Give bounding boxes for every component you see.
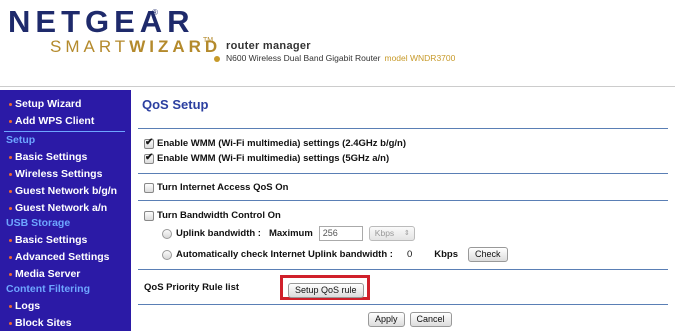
sidebar-item-add-wps-client[interactable]: Add WPS Client	[0, 113, 131, 130]
bullet-icon	[9, 239, 12, 242]
wmm-5ghz-label: Enable WMM (Wi-Fi multimedia) settings (…	[157, 153, 390, 164]
uplink-row: Uplink bandwidth : Maximum 256 Kbps ⇕	[162, 226, 415, 241]
header-divider	[0, 84, 675, 87]
registered-mark: ®	[152, 8, 158, 17]
router-model: model WNDR3700	[384, 53, 456, 63]
router-description: N600 Wireless Dual Band Gigabit Router mo…	[226, 53, 455, 63]
sidebar-item-label: Wireless Settings	[15, 168, 103, 180]
sidebar-heading-content-filtering: Content Filtering	[6, 283, 90, 295]
form-actions: Apply Cancel	[368, 312, 452, 327]
sidebar-item-label: Advanced Settings	[15, 251, 110, 263]
bandwidth-control-row: Turn Bandwidth Control On	[144, 210, 281, 221]
bandwidth-control-checkbox[interactable]	[144, 210, 154, 221]
section-divider	[138, 128, 668, 129]
sidebar-item-logs[interactable]: Logs	[0, 298, 131, 315]
section-divider	[138, 304, 668, 305]
wmm-24ghz-row: Enable WMM (Wi-Fi multimedia) settings (…	[144, 137, 407, 149]
sidebar-item-label: Block Sites	[15, 317, 72, 329]
smartwizard-logo: SMARTWIZARD	[50, 37, 221, 57]
auto-check-unit: Kbps	[434, 249, 458, 260]
sidebar-item-guest-network-bgn[interactable]: Guest Network b/g/n	[0, 183, 131, 200]
uplink-bandwidth-input[interactable]: 256	[318, 226, 363, 241]
uplink-max-label: Maximum	[268, 228, 313, 239]
sidebar-item-usb-basic-settings[interactable]: Basic Settings	[0, 232, 131, 249]
apply-button[interactable]: Apply	[368, 312, 405, 327]
bullet-icon	[9, 322, 12, 325]
router-manager-title: router manager	[226, 40, 311, 52]
auto-check-label: Automatically check Internet Uplink band…	[176, 249, 393, 260]
setup-qos-rule-button[interactable]: Setup QoS rule	[288, 283, 364, 298]
bullet-icon	[9, 190, 12, 193]
wmm-5ghz-checkbox[interactable]	[144, 152, 154, 164]
priority-list-row: QoS Priority Rule list	[144, 282, 239, 293]
bullet-icon	[9, 156, 12, 159]
bullet-dot-icon	[214, 56, 220, 62]
check-button[interactable]: Check	[468, 247, 508, 262]
sidebar-item-label: Guest Network b/g/n	[15, 185, 118, 197]
setup-qos-rule-wrapper: Setup QoS rule	[288, 280, 364, 298]
page-title: QoS Setup	[142, 97, 209, 112]
sidebar-item-label: Basic Settings	[15, 151, 88, 163]
auto-check-value: 0	[406, 249, 413, 260]
auto-check-row: Automatically check Internet Uplink band…	[162, 247, 508, 262]
section-divider	[138, 269, 668, 270]
section-divider	[138, 173, 668, 174]
sidebar-item-usb-advanced-settings[interactable]: Advanced Settings	[0, 249, 131, 266]
priority-list-label: QoS Priority Rule list	[144, 282, 240, 293]
sidebar-item-wireless-settings[interactable]: Wireless Settings	[0, 166, 131, 183]
trademark-mark: TM	[203, 37, 214, 44]
bullet-icon	[9, 305, 12, 308]
main-content: QoS Setup Enable WMM (Wi-Fi multimedia) …	[134, 90, 675, 331]
bullet-icon	[9, 256, 12, 259]
sidebar-item-label: Basic Settings	[15, 234, 88, 246]
uplink-label: Uplink bandwidth :	[176, 228, 261, 239]
sidebar-item-basic-settings[interactable]: Basic Settings	[0, 149, 131, 166]
sidebar-heading-usb-storage: USB Storage	[6, 217, 71, 229]
bullet-icon	[9, 103, 12, 106]
internet-qos-label: Turn Internet Access QoS On	[157, 182, 289, 193]
bullet-icon	[9, 120, 12, 123]
netgear-logo: NETGEAR	[8, 4, 195, 39]
sidebar-item-block-sites[interactable]: Block Sites	[0, 315, 131, 331]
wmm-5ghz-row: Enable WMM (Wi-Fi multimedia) settings (…	[144, 152, 390, 164]
sidebar-nav: Setup Wizard Add WPS Client Setup Basic …	[0, 90, 131, 331]
uplink-radio[interactable]	[162, 228, 172, 239]
uplink-unit-select[interactable]: Kbps ⇕	[368, 226, 415, 241]
sidebar-item-label: Add WPS Client	[15, 115, 95, 127]
router-model-desc: N600 Wireless Dual Band Gigabit Router	[226, 53, 381, 63]
auto-check-radio[interactable]	[162, 249, 172, 260]
wmm-24ghz-checkbox[interactable]	[144, 137, 154, 149]
bullet-icon	[9, 173, 12, 176]
uplink-unit-value: Kbps	[374, 228, 395, 238]
select-arrows-icon: ⇕	[403, 230, 410, 237]
cancel-button[interactable]: Cancel	[409, 312, 452, 327]
internet-qos-row: Turn Internet Access QoS On	[144, 182, 288, 193]
bandwidth-control-label: Turn Bandwidth Control On	[157, 210, 281, 221]
sidebar-item-label: Logs	[15, 300, 41, 312]
sidebar-item-label: Setup Wizard	[15, 98, 82, 110]
section-divider	[138, 200, 668, 201]
sidebar-heading-setup: Setup	[6, 134, 36, 146]
header: NETGEAR ® SMARTWIZARD TM router manager …	[0, 0, 675, 87]
smart-text: SMART	[50, 37, 130, 56]
bullet-icon	[9, 207, 12, 210]
internet-qos-checkbox[interactable]	[144, 182, 154, 193]
wmm-24ghz-label: Enable WMM (Wi-Fi multimedia) settings (…	[157, 138, 407, 149]
bullet-icon	[9, 273, 12, 276]
sidebar-item-setup-wizard[interactable]: Setup Wizard	[0, 96, 131, 113]
